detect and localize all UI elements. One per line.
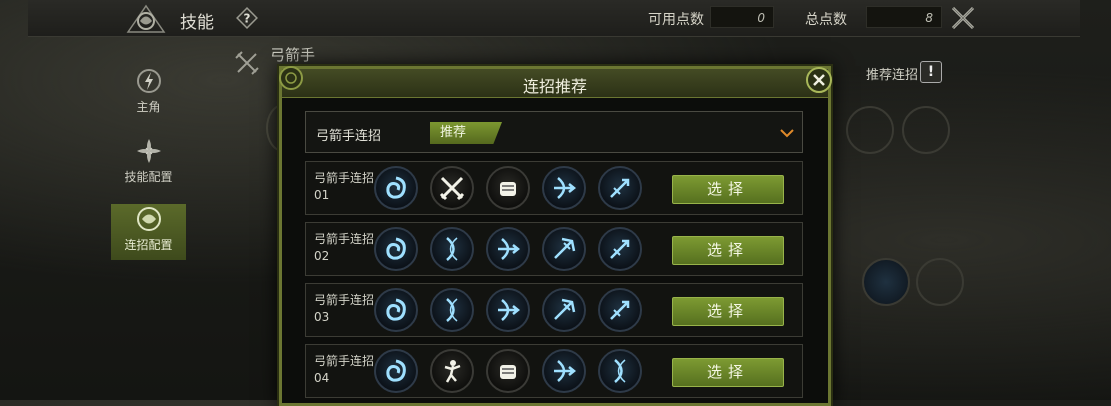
lightning-icon — [136, 69, 161, 93]
skill-slot[interactable] — [862, 258, 910, 306]
select-button[interactable]: 选择 — [672, 358, 784, 387]
close-icon[interactable] — [805, 66, 833, 94]
bow-ring-icon[interactable] — [430, 288, 474, 332]
dialog-title: 连招推荐 — [522, 77, 587, 96]
select-button[interactable]: 选择 — [672, 175, 784, 204]
nav-item-skill-config[interactable]: 技能配置 — [111, 136, 186, 192]
bow-arrow-icon[interactable] — [542, 166, 586, 210]
class-title: 弓箭手 — [270, 46, 316, 64]
nav-item-combo-config[interactable]: 连招配置 — [111, 204, 186, 260]
combo-name: 弓箭手连招03 — [314, 293, 375, 324]
dialog-header: 连招推荐 — [282, 69, 828, 98]
bow-ring-icon[interactable] — [598, 349, 642, 393]
aim-arrow-icon[interactable] — [598, 288, 642, 332]
combo-row: 弓箭手连招03 选择 — [305, 283, 803, 337]
spread-arrow-icon[interactable] — [542, 288, 586, 332]
available-points-label: 可用点数 — [648, 12, 704, 28]
combo-row: 弓箭手连招02 选择 — [305, 222, 803, 276]
page-title: 技能 — [180, 13, 214, 33]
bow-ring-icon[interactable] — [430, 227, 474, 271]
vortex-icon[interactable] — [374, 349, 418, 393]
total-points-value: 8 — [866, 6, 942, 28]
fist-icon[interactable] — [486, 166, 530, 210]
select-button[interactable]: 选择 — [672, 236, 784, 265]
total-points-label: 总点数 — [805, 12, 847, 28]
skill-slot[interactable] — [902, 106, 950, 154]
figure-icon[interactable] — [430, 349, 474, 393]
chevron-down-icon — [780, 129, 794, 138]
bow-arrow-icon[interactable] — [486, 227, 530, 271]
close-icon[interactable] — [950, 5, 976, 31]
crossed-swords-icon[interactable] — [430, 166, 474, 210]
combo-name: 弓箭手连招02 — [314, 232, 375, 263]
combo-row: 弓箭手连招04 选择 — [305, 344, 803, 398]
combo-category-dropdown[interactable]: 弓箭手连招 推荐 — [305, 111, 803, 153]
nav-item-label: 连招配置 — [124, 238, 173, 252]
shuriken-icon — [136, 139, 161, 163]
help-icon[interactable]: ? — [236, 7, 258, 29]
combo-name: 弓箭手连招01 — [314, 171, 375, 202]
svg-text:?: ? — [244, 12, 251, 26]
dropdown-label: 弓箭手连招 — [316, 129, 382, 144]
vortex-icon[interactable] — [374, 166, 418, 210]
ornament-icon — [279, 66, 303, 90]
select-button[interactable]: 选择 — [672, 297, 784, 326]
skill-slot[interactable] — [916, 258, 964, 306]
spread-arrow-icon[interactable] — [542, 227, 586, 271]
recommend-combo-label: 推荐连招 — [866, 68, 919, 83]
crossbow-icon — [235, 51, 259, 75]
combo-name: 弓箭手连招04 — [314, 354, 375, 385]
vortex-icon[interactable] — [374, 288, 418, 332]
available-points-value: 0 — [710, 6, 774, 28]
recommend-tag: 推荐 — [430, 122, 502, 144]
swirl-icon — [136, 207, 161, 231]
nav-item-label: 主角 — [136, 100, 161, 114]
nav-item-hero[interactable]: 主角 — [111, 66, 186, 122]
aim-arrow-icon[interactable] — [598, 227, 642, 271]
skill-slot[interactable] — [846, 106, 894, 154]
alert-icon[interactable]: ! — [920, 61, 942, 83]
aim-arrow-icon[interactable] — [598, 166, 642, 210]
dragon-emblem-icon — [126, 4, 166, 33]
vortex-icon[interactable] — [374, 227, 418, 271]
fist-icon[interactable] — [486, 349, 530, 393]
nav-item-label: 技能配置 — [124, 170, 173, 184]
bow-arrow-icon[interactable] — [542, 349, 586, 393]
combo-row: 弓箭手连招01 选择 — [305, 161, 803, 215]
bow-arrow-icon[interactable] — [486, 288, 530, 332]
